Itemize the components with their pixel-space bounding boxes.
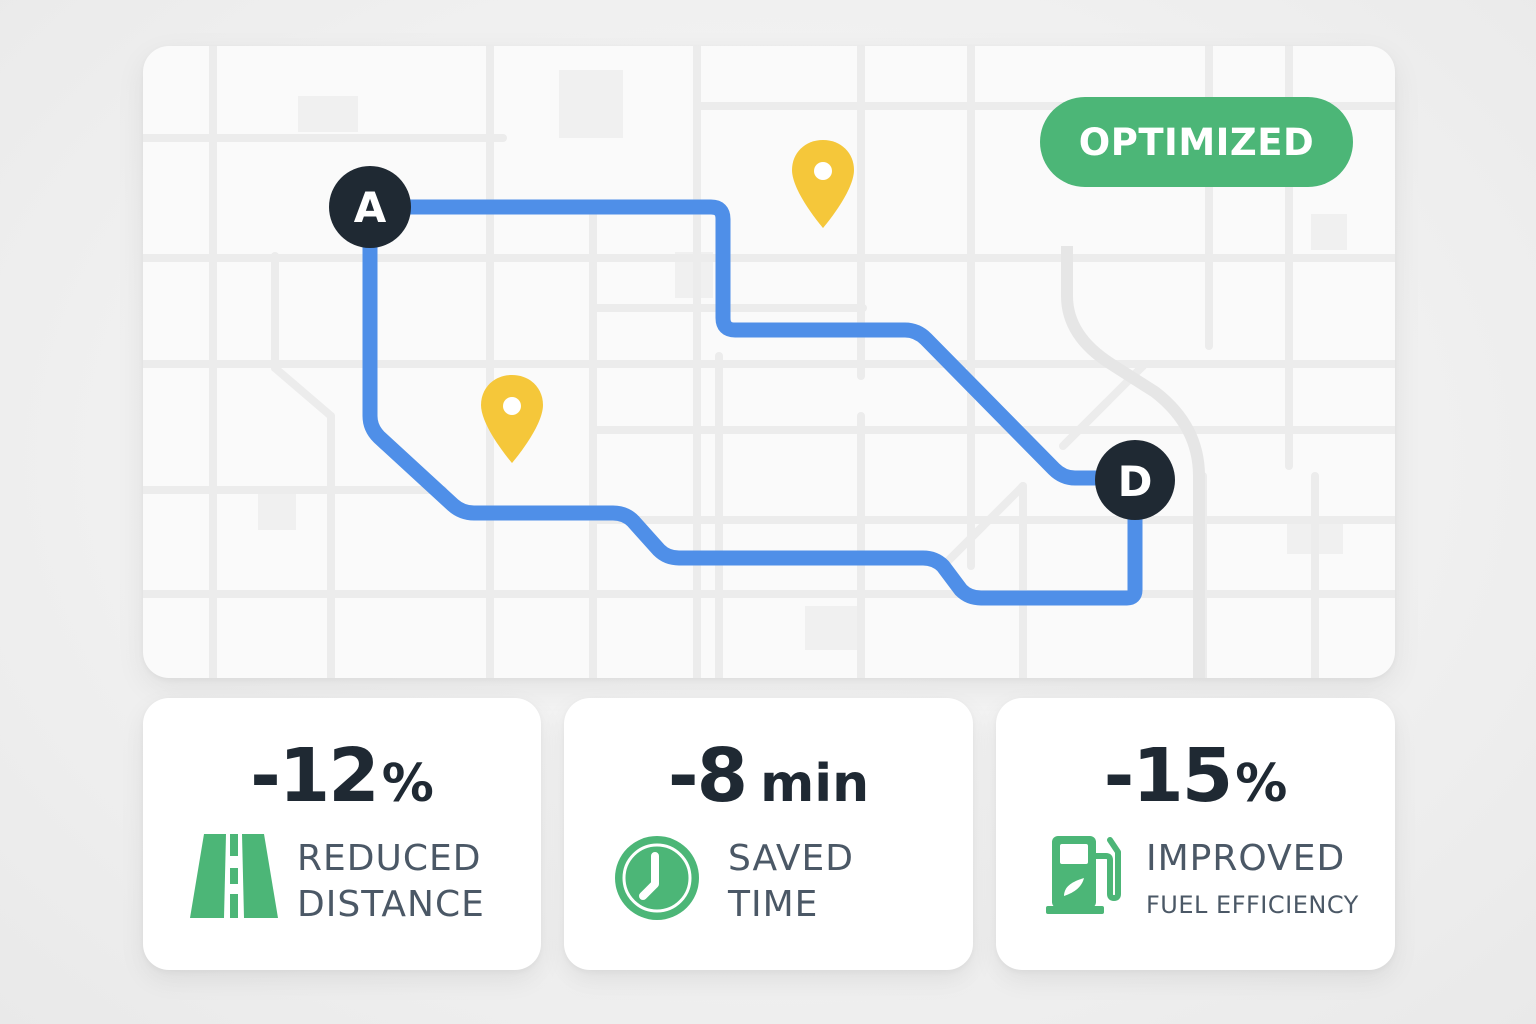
optimized-badge: OPTIMIZED: [1040, 97, 1353, 187]
stat-label-line2: DISTANCE: [297, 884, 485, 925]
stat-number: -12: [250, 733, 380, 819]
stat-card-time[interactable]: -8 min SAVED TIME: [564, 698, 973, 970]
stat-label-line2: FUEL EFFICIENCY: [1146, 891, 1359, 919]
start-marker-label: A: [354, 183, 387, 232]
stat-value: -12%: [143, 734, 541, 826]
clock-icon: [615, 836, 699, 920]
location-pin-icon[interactable]: [792, 140, 854, 228]
stat-unit: %: [1235, 754, 1288, 814]
fuel-pump-icon: [1046, 836, 1121, 914]
stat-unit: %: [381, 754, 434, 814]
stat-label-line2: TIME: [728, 884, 819, 925]
stat-number: -15: [1103, 733, 1234, 819]
stat-value: -8 min: [564, 734, 973, 826]
stat-number: -8: [667, 733, 748, 819]
stat-label: IMPROVED FUEL EFFICIENCY: [1146, 836, 1359, 928]
route-map[interactable]: A D OPTIMIZED: [143, 46, 1395, 678]
route-line: [362, 199, 1143, 486]
stat-label-line1: SAVED: [728, 838, 854, 879]
stat-unit: min: [760, 754, 870, 814]
stat-label-line1: REDUCED: [297, 838, 482, 879]
stat-card-distance[interactable]: -12% REDUCED DISTANCE: [143, 698, 541, 970]
end-marker[interactable]: D: [1095, 440, 1175, 520]
stat-label: SAVED TIME: [728, 836, 854, 928]
stat-value: -15%: [996, 734, 1395, 826]
stat-label-line1: IMPROVED: [1146, 838, 1346, 879]
stat-card-fuel[interactable]: -15% IMPROVED FUEL EFFICIENCY: [996, 698, 1395, 970]
end-marker-label: D: [1118, 457, 1153, 506]
road-icon: [190, 834, 278, 918]
stat-label: REDUCED DISTANCE: [297, 836, 485, 928]
start-marker[interactable]: A: [329, 166, 411, 248]
